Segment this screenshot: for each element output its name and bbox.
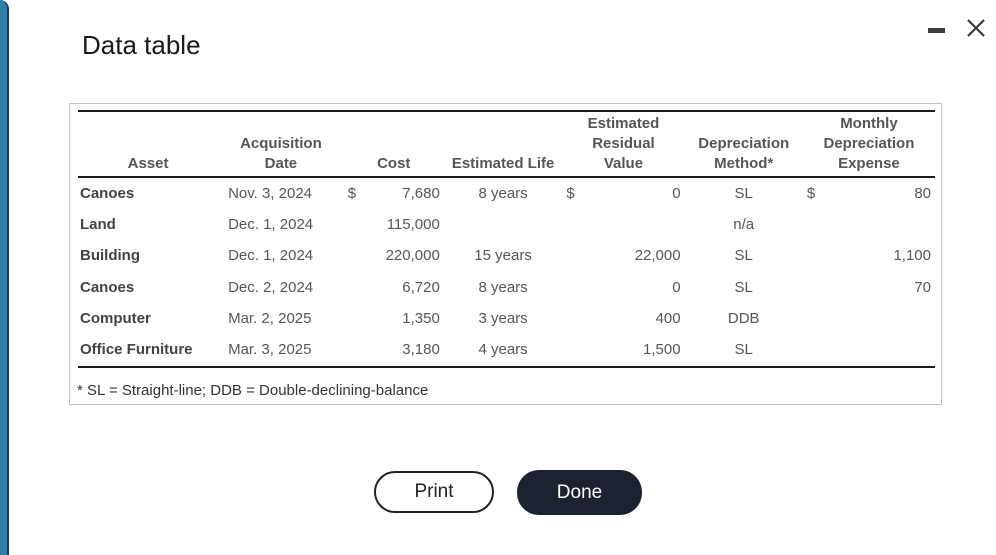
row-expense-currency bbox=[803, 241, 829, 272]
table-row: Canoes Nov. 3, 2024 $7,680 8 years $0 SL $80 bbox=[78, 177, 935, 209]
row-expense-currency bbox=[802, 334, 829, 368]
row-expense-currency bbox=[803, 272, 829, 303]
row-estimated-life: 4 years bbox=[443, 334, 563, 368]
footnote: * SL = Straight-line; DDB = Double-decli… bbox=[77, 382, 429, 399]
row-acquisition-date: Dec. 1, 2024 bbox=[228, 215, 314, 233]
row-asset: Office Furniture bbox=[78, 334, 219, 368]
row-cost-currency bbox=[344, 209, 369, 240]
row-expense-currency bbox=[803, 209, 829, 240]
row-residual-value: 0 bbox=[672, 184, 681, 202]
row-cost: 6,720 bbox=[402, 278, 440, 296]
data-table-dialog: Data table Asset Acquisition Date Cost E… bbox=[0, 0, 996, 555]
row-asset: Canoes bbox=[80, 184, 135, 202]
header-residual-value: Estimated Residual Value bbox=[562, 112, 685, 178]
row-residual-value: 400 bbox=[655, 309, 681, 327]
row-expense-currency bbox=[803, 303, 829, 334]
row-acquisition-date: Dec. 2, 2024 bbox=[228, 278, 314, 296]
table-row: Canoes Dec. 2, 2024 6,720 8 years 0 SL 70 bbox=[78, 272, 935, 303]
row-cost-currency bbox=[344, 272, 369, 303]
row-residual-value: 1,500 bbox=[587, 334, 685, 368]
done-button[interactable]: Done bbox=[517, 470, 642, 515]
row-acquisition-date: Nov. 3, 2024 bbox=[228, 184, 313, 202]
row-cost: 115,000 bbox=[386, 215, 440, 233]
table-row: Computer Mar. 2, 2025 1,350 3 years 400 DDB bbox=[78, 303, 935, 334]
row-residual-value: 22,000 bbox=[634, 247, 681, 265]
row-acquisition-date: Mar. 3, 2025 bbox=[218, 334, 344, 368]
row-depreciation-method: n/a bbox=[733, 215, 755, 233]
row-asset: Computer bbox=[80, 309, 151, 327]
row-expense-currency: $ bbox=[806, 184, 816, 202]
data-table-panel: Asset Acquisition Date Cost Estimated Lif… bbox=[69, 103, 942, 405]
row-estimated-life: 3 years bbox=[478, 309, 528, 327]
row-acquisition-date: Dec. 1, 2024 bbox=[228, 247, 314, 265]
close-icon[interactable] bbox=[964, 16, 988, 40]
row-estimated-life: 8 years bbox=[478, 184, 528, 202]
row-residual-value: 0 bbox=[672, 278, 681, 296]
row-monthly-expense bbox=[828, 334, 935, 368]
row-estimated-life bbox=[444, 209, 563, 240]
row-asset: Land bbox=[80, 215, 116, 233]
minimize-icon[interactable] bbox=[928, 25, 946, 37]
row-cost-currency bbox=[344, 241, 369, 272]
row-asset: Canoes bbox=[80, 278, 135, 296]
table-row: Land Dec. 1, 2024 115,000 n/a bbox=[78, 209, 935, 240]
row-depreciation-method: SL bbox=[734, 184, 753, 202]
row-depreciation-method: SL bbox=[734, 278, 753, 296]
header-monthly-expense: Monthly Depreciation Expense bbox=[802, 112, 935, 178]
print-button[interactable]: Print bbox=[374, 471, 494, 513]
row-residual-currency bbox=[562, 241, 587, 272]
row-estimated-life: 15 years bbox=[474, 247, 532, 265]
row-asset: Building bbox=[80, 247, 140, 265]
background-window-edge bbox=[0, 0, 9, 555]
row-cost-currency bbox=[344, 303, 369, 334]
header-asset: Asset bbox=[78, 112, 219, 178]
row-monthly-expense bbox=[828, 209, 935, 240]
row-residual-currency bbox=[562, 303, 587, 334]
row-residual-value bbox=[588, 209, 685, 240]
dialog-title: Data table bbox=[82, 30, 201, 60]
row-acquisition-date: Mar. 2, 2025 bbox=[228, 309, 312, 327]
row-monthly-expense: 1,100 bbox=[893, 247, 931, 265]
row-residual-currency: $ bbox=[566, 184, 575, 202]
row-cost-currency: $ bbox=[347, 184, 357, 202]
row-depreciation-method: SL bbox=[734, 247, 753, 265]
header-depreciation-method: Depreciation Method* bbox=[684, 112, 803, 178]
row-residual-currency bbox=[562, 272, 587, 303]
row-monthly-expense: 70 bbox=[914, 278, 931, 296]
row-cost: 3,180 bbox=[368, 334, 444, 368]
row-cost: 7,680 bbox=[402, 184, 440, 202]
asset-table: Asset Acquisition Date Cost Estimated Lif… bbox=[78, 110, 935, 368]
table-row: Building Dec. 1, 2024 220,000 15 years 22,00… bbox=[78, 241, 935, 272]
row-monthly-expense: 80 bbox=[914, 184, 931, 202]
row-cost: 1,350 bbox=[402, 309, 440, 327]
row-cost-currency bbox=[343, 334, 369, 368]
header-estimated-life: Estimated Life bbox=[443, 112, 563, 178]
header-acquisition-date: Acquisition Date bbox=[218, 112, 344, 178]
row-residual-currency bbox=[562, 334, 588, 368]
header-cost: Cost bbox=[343, 112, 444, 178]
row-cost: 220,000 bbox=[385, 247, 440, 265]
row-estimated-life: 8 years bbox=[478, 278, 528, 296]
row-depreciation-method: DDB bbox=[727, 309, 760, 327]
table-header-row: Asset Acquisition Date Cost Estimated Lif… bbox=[78, 112, 935, 178]
table-row: Office Furniture Mar. 3, 2025 3,180 4 years… bbox=[78, 334, 935, 368]
row-residual-currency bbox=[562, 209, 587, 240]
row-depreciation-method: SL bbox=[684, 334, 803, 368]
row-monthly-expense bbox=[828, 303, 935, 334]
